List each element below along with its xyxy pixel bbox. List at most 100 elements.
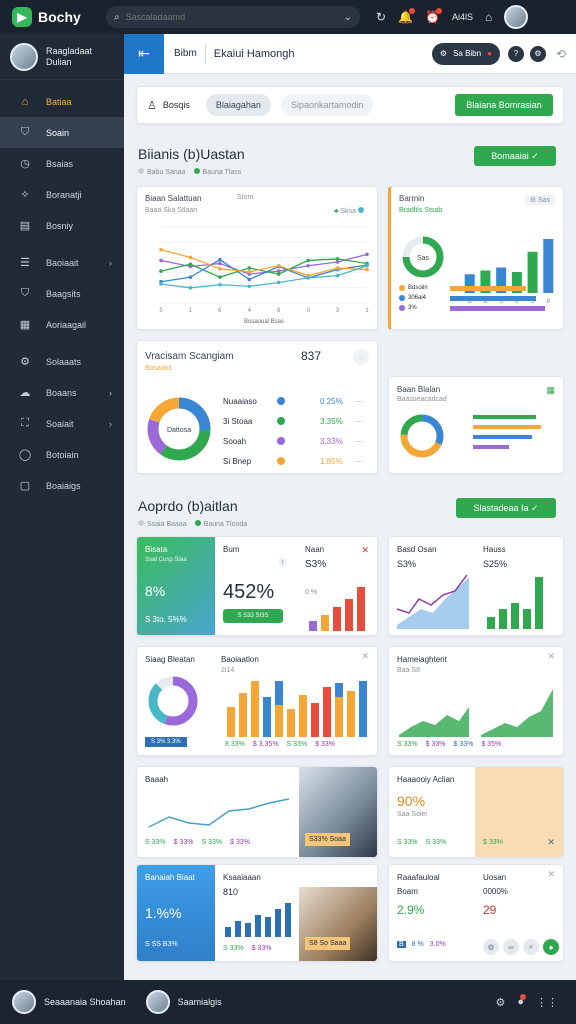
sidebar-item[interactable]: ⛉ Baagsits (0, 278, 124, 309)
more-icon[interactable]: ⋯ (355, 437, 363, 446)
close-icon[interactable]: ✕ (547, 869, 555, 880)
bar-row: Bdsoiin (399, 285, 559, 291)
logo[interactable]: ▶ Bochy (12, 7, 94, 27)
sidebar-item[interactable]: ◷ Bsaias (0, 148, 124, 179)
sidebar-item[interactable]: ☁ Boaans › (0, 377, 124, 408)
sidebar-item-label: Soaiait (46, 418, 74, 429)
data-point (188, 255, 193, 260)
chevron-right-icon[interactable]: › (109, 258, 112, 268)
chevron-down-icon[interactable]: ⌄ (344, 12, 352, 23)
tile-button[interactable]: S S33 St3S (223, 609, 283, 623)
refresh-icon[interactable]: ↻ (376, 10, 386, 24)
link-icon[interactable]: ∞ (503, 939, 519, 955)
settings-icon[interactable]: ⚙ (440, 49, 447, 58)
green-tile[interactable]: Bisata Ssat Cusp Staa 8% S 3to. 5%% (137, 537, 215, 635)
section-button[interactable]: Slastadeaa Ia ✓ (456, 498, 556, 518)
sidebar-item[interactable]: ⛉ Soain (0, 117, 124, 148)
breadcrumb[interactable]: Bibm (174, 48, 197, 59)
header-actions[interactable]: ⚙ Sa Bibn ● (431, 42, 500, 65)
tile-group: Raaafauloal Boam 2.9% Uosan ✕ 0000% 29 B… (388, 864, 564, 962)
alert-icon[interactable]: ⏰ (425, 8, 442, 24)
tile-pct: S25% (483, 559, 508, 569)
stat: $ 33% (173, 839, 194, 846)
legend-row: Sooah 3.33% ⋯ (223, 431, 373, 451)
tile-foot: S 3to. 5%% (145, 615, 187, 624)
donut-card[interactable]: Vracisam Scangiam Bosaaicl 837 ◌ Dattosa… (136, 340, 378, 474)
data-point (276, 263, 281, 268)
card-subtitle: Bosaaicl (145, 365, 172, 372)
bottom-bar: Seaaanaia Shoahan Saamialgis ⚙ ● ⋮⋮ (0, 980, 576, 1024)
settings-icon[interactable]: ⚙ (529, 45, 546, 62)
settings-icon[interactable]: ⚙ (495, 996, 505, 1009)
bar-row: 3% (399, 305, 559, 311)
user-avatar[interactable] (504, 5, 529, 29)
bar-chart-card[interactable]: Barmin Bradfils Stsab ⚙ Sas Sas BBS8S8 B… (388, 186, 564, 330)
clock-icon: ◷ (20, 158, 30, 170)
more-icon[interactable]: ⋯ (355, 457, 363, 466)
home-icon[interactable]: ⌂ (485, 10, 492, 24)
search-input[interactable] (125, 12, 344, 22)
sidebar-item[interactable]: ▦ Aoriaagail (0, 309, 124, 340)
sidebar-item-label: Bsaias (46, 158, 74, 169)
help-icon[interactable]: ? (507, 45, 524, 62)
sidebar-item[interactable]: ▢ Boaiaigs (0, 470, 124, 501)
card-value: 837 (301, 349, 322, 363)
tile-title: Naan (305, 545, 325, 554)
close-icon[interactable]: ✕ (547, 651, 555, 662)
main-header: ⇤ Bibm Ekaiui Hamongh ⚙ Sa Bibn ● ? ⚙ ⟲ (124, 34, 576, 74)
mini-donut (400, 414, 444, 458)
tile-bar-chart (225, 903, 291, 937)
clover-icon: ♣ (333, 208, 339, 215)
sidebar-item[interactable]: ◯ Botoiain (0, 439, 124, 470)
info-icon[interactable]: ◌ (353, 349, 369, 365)
card-pill[interactable]: ⚙ Sas (524, 195, 555, 205)
filter-tab[interactable]: Sipaorikartamodin (280, 94, 374, 116)
sidebar-item[interactable]: ▤ Bosniy (0, 210, 124, 241)
grid-icon[interactable]: ⋮⋮ (536, 996, 558, 1009)
sidebar-item[interactable]: ⚙ Solaaats (0, 346, 124, 377)
more-icon[interactable]: ⋯ (355, 397, 363, 406)
mini-donut (148, 676, 198, 726)
sidebar-item[interactable]: ☰ Baoiaait › (0, 247, 124, 278)
mini-stats-card[interactable]: Baan Blalan Baasseacadcad ▦ (388, 376, 564, 474)
close-icon[interactable]: ✕ (361, 545, 369, 556)
data-point (247, 266, 252, 270)
search-box[interactable]: ⌕ ⌄ (106, 6, 360, 28)
sidebar-item-label: Bosniy (46, 220, 74, 231)
filter-tab-selected[interactable]: Blaiagahan (205, 94, 271, 116)
bottom-user[interactable]: Saamialgis (145, 990, 222, 1014)
notification-icon[interactable]: ● (517, 993, 526, 1009)
alert-icon[interactable]: ● (487, 49, 492, 58)
back-button[interactable]: ⇤ (124, 34, 164, 74)
data-point (159, 282, 163, 286)
blue-tile[interactable]: Banaiah Biaat 1.%% S SS B3% (137, 865, 215, 961)
section-button[interactable]: Bomaaiai ✓ (474, 146, 556, 166)
tile-title: Ksaaiaaan (223, 873, 261, 882)
search-icon[interactable]: ⌕ (523, 939, 539, 955)
tile-value: 810 (223, 887, 239, 897)
sidebar-profile[interactable]: Raagladaat Dulian (0, 34, 124, 80)
info-icon[interactable]: i (279, 559, 287, 566)
sidebar-item[interactable]: ✧ Boranatji (0, 179, 124, 210)
tile-metric: S3% (397, 559, 417, 569)
check-icon[interactable]: ● (543, 939, 559, 955)
sync-icon[interactable]: ⟲ (556, 47, 566, 61)
close-icon[interactable]: ✕ (361, 651, 369, 662)
grid-icon[interactable]: ▦ (546, 385, 555, 396)
sidebar-item[interactable]: ⛶ Soaiait › (0, 408, 124, 439)
filter-tab[interactable]: Bosqis (163, 100, 190, 110)
settings-icon[interactable]: ⚙ (483, 939, 499, 955)
sidebar-item[interactable]: ⌂ Batiaa (0, 86, 124, 117)
more-icon[interactable]: ⋯ (355, 417, 363, 426)
legend-item: Bauna Tlooda (194, 520, 247, 528)
chevron-right-icon[interactable]: › (109, 388, 112, 398)
card-title: Biaan Salattuan (145, 194, 202, 203)
notification-icon[interactable]: 🔔 (398, 8, 415, 24)
line-chart-card[interactable]: Biaan Salattuan Baaa Ska Stlaan Stom ♣ S… (136, 186, 378, 330)
badge-icon: B (397, 941, 406, 948)
sidebar: Raagladaat Dulian ⌂ Batiaa ⛉ Soain ◷ Bsaias ✧ B… (0, 34, 124, 980)
close-icon[interactable]: ✕ (547, 837, 555, 848)
chevron-right-icon[interactable]: › (109, 419, 112, 429)
primary-action-button[interactable]: Blaiana Bomrasian (455, 94, 553, 116)
bottom-user[interactable]: Seaaanaia Shoahan (12, 990, 126, 1014)
